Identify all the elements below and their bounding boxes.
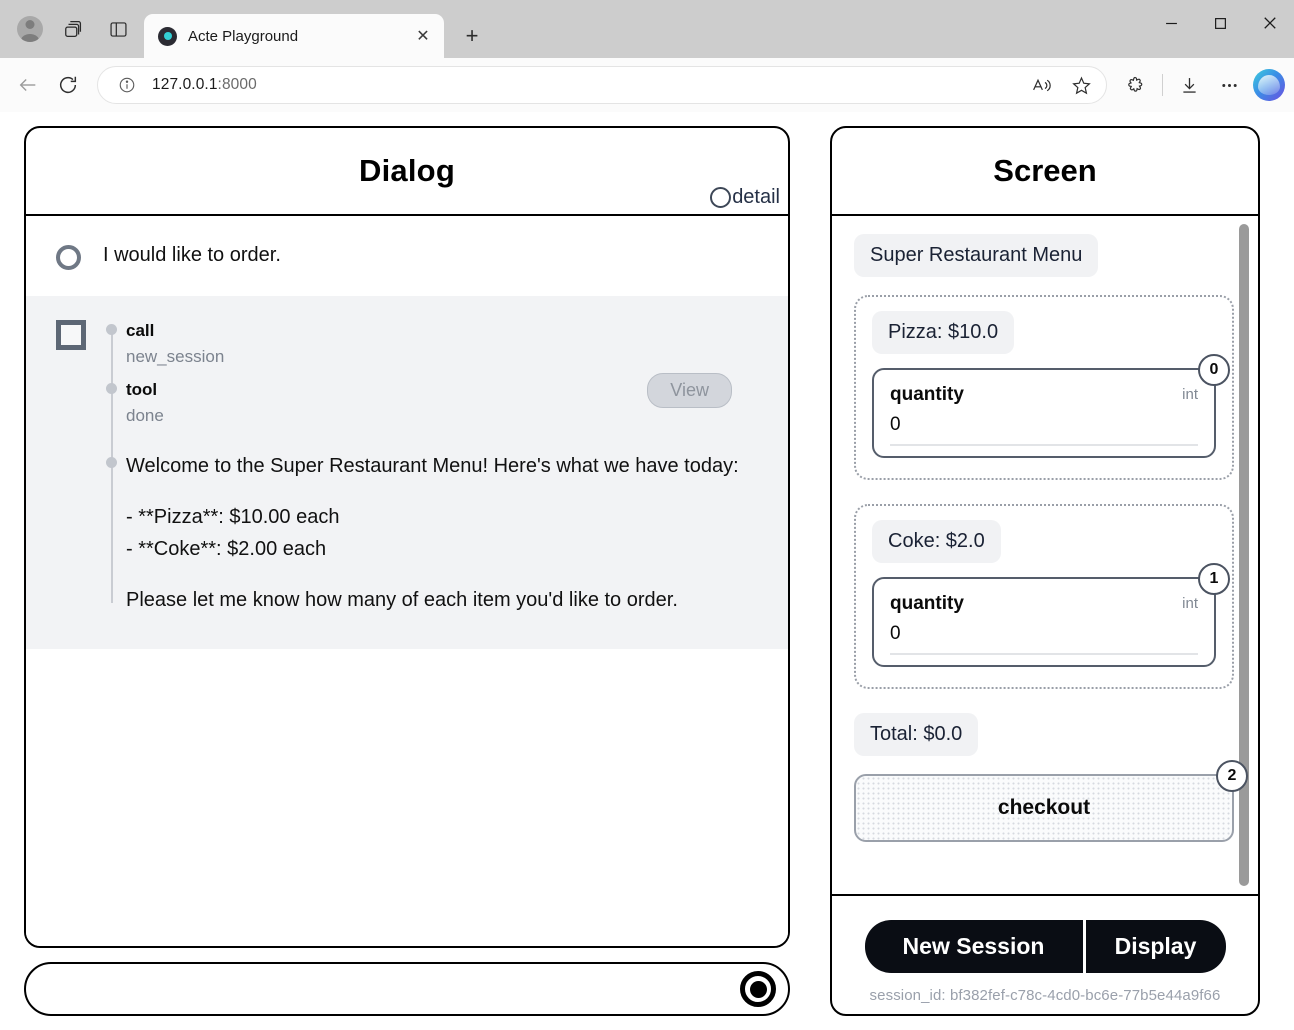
footer-button-group: New Session Display	[865, 920, 1226, 973]
reload-icon[interactable]	[49, 66, 87, 104]
window-close-icon[interactable]	[1245, 0, 1294, 46]
trace-row-tool: tool done View	[126, 377, 768, 436]
trace-row-content: Welcome to the Super Restaurant Menu! He…	[126, 451, 768, 615]
url-host: 127.0.0.1	[152, 76, 218, 93]
trace-key: tool	[126, 377, 164, 403]
close-icon[interactable]: ✕	[410, 23, 436, 49]
url-port: :8000	[218, 76, 257, 93]
profile-avatar-icon[interactable]	[10, 9, 50, 49]
read-aloud-icon[interactable]	[1022, 66, 1060, 104]
maximize-icon[interactable]	[1196, 0, 1245, 46]
dialog-column: Dialog detail I would like to order.	[24, 126, 790, 1016]
element-index-badge: 2	[1216, 760, 1248, 792]
item-card-coke: Coke: $2.0 1 int quantity 0	[854, 504, 1234, 689]
new-tab-button[interactable]: +	[454, 18, 490, 54]
browser-window: Acte Playground ✕ +	[0, 0, 1294, 1030]
dialog-panel: Dialog detail I would like to order.	[24, 126, 790, 948]
assistant-message-body: Welcome to the Super Restaurant Menu! He…	[126, 451, 768, 615]
trace-row-call: call new_session	[126, 318, 768, 371]
address-bar-actions	[1022, 66, 1100, 104]
workspaces-icon[interactable]	[54, 9, 94, 49]
screen-title: Screen	[993, 153, 1096, 189]
trace-value: done	[126, 403, 164, 429]
quantity-field-coke[interactable]: 1 int quantity 0	[872, 577, 1216, 667]
tab-title: Acte Playground	[188, 28, 399, 45]
page-content: Dialog detail I would like to order.	[0, 112, 1294, 1030]
extensions-icon[interactable]	[1117, 66, 1155, 104]
url-text: 127.0.0.1:8000	[152, 76, 1022, 94]
assistant-paragraph: - **Pizza**: $10.00 each	[126, 502, 768, 532]
total-label: Total: $0.0	[854, 713, 978, 756]
toolbar-divider	[1162, 74, 1163, 96]
field-label: quantity	[890, 384, 1198, 406]
trace-dot-icon	[106, 324, 117, 335]
browser-toolbar: 127.0.0.1:8000	[0, 58, 1294, 112]
new-session-button[interactable]: New Session	[865, 920, 1083, 973]
address-bar[interactable]: 127.0.0.1:8000	[97, 66, 1107, 104]
detail-toggle-label: detail	[732, 186, 780, 209]
favorite-star-icon[interactable]	[1062, 66, 1100, 104]
item-card-pizza: Pizza: $10.0 0 int quantity 0	[854, 295, 1234, 480]
minimize-icon[interactable]	[1147, 0, 1196, 46]
assistant-paragraph: Welcome to the Super Restaurant Menu! He…	[126, 451, 768, 481]
field-value[interactable]: 0	[890, 623, 1198, 655]
screen-scroll-area[interactable]: Super Restaurant Menu Pizza: $10.0 0 int…	[832, 216, 1258, 896]
session-id-label: session_id: bf382fef-c78c-4cd0-bc6e-77b5…	[870, 987, 1221, 1004]
quantity-field-pizza[interactable]: 0 int quantity 0	[872, 368, 1216, 458]
detail-toggle[interactable]: detail	[710, 186, 780, 209]
browser-tab[interactable]: Acte Playground ✕	[144, 14, 444, 58]
info-icon[interactable]	[114, 72, 140, 98]
message-input[interactable]	[52, 979, 740, 1000]
field-label: quantity	[890, 593, 1198, 615]
trace-dot-icon	[106, 383, 117, 394]
trace-value: new_session	[126, 344, 768, 370]
message-assistant: call new_session tool done	[26, 296, 788, 649]
user-bullet-icon	[56, 245, 81, 270]
field-type-label: int	[1182, 595, 1198, 612]
split-screen-icon[interactable]	[98, 9, 138, 49]
downloads-icon[interactable]	[1170, 66, 1208, 104]
element-index-badge: 1	[1198, 563, 1230, 595]
trace-key: call	[126, 318, 768, 344]
view-button[interactable]: View	[647, 373, 732, 408]
assistant-paragraph: Please let me know how many of each item…	[126, 585, 768, 615]
display-button[interactable]: Display	[1086, 920, 1226, 973]
menu-title: Super Restaurant Menu	[854, 234, 1098, 277]
record-icon[interactable]	[740, 971, 776, 1007]
detail-radio-icon[interactable]	[710, 187, 731, 208]
checkout-button[interactable]: checkout	[854, 774, 1234, 842]
composer[interactable]	[24, 962, 790, 1016]
screen-panel: Screen Super Restaurant Menu Pizza: $10.…	[830, 126, 1260, 1016]
message-user-text: I would like to order.	[103, 242, 281, 269]
window-controls	[1147, 0, 1294, 46]
page-title: Dialog	[359, 153, 455, 189]
item-name: Coke: $2.0	[872, 520, 1001, 563]
item-name: Pizza: $10.0	[872, 311, 1014, 354]
dialog-header: Dialog detail	[26, 128, 788, 216]
screen-footer: New Session Display session_id: bf382fef…	[832, 896, 1258, 1014]
element-index-badge: 0	[1198, 354, 1230, 386]
dialog-message-list: I would like to order. call new_session	[26, 216, 788, 946]
titlebar-left-icons	[0, 0, 138, 58]
assistant-trace: call new_session tool done	[106, 318, 768, 615]
field-type-label: int	[1182, 386, 1198, 403]
checkout-wrapper: 2 checkout	[854, 774, 1234, 842]
message-user: I would like to order.	[26, 216, 788, 296]
acte-logo-icon	[158, 27, 177, 46]
settings-more-icon[interactable]	[1210, 66, 1248, 104]
field-value[interactable]: 0	[890, 414, 1198, 446]
trace-dot-icon	[106, 457, 117, 468]
back-arrow-icon[interactable]	[9, 66, 47, 104]
assistant-paragraph: - **Coke**: $2.00 each	[126, 534, 768, 564]
screen-header: Screen	[832, 128, 1258, 216]
copilot-icon[interactable]	[1253, 69, 1285, 101]
assistant-square-icon	[56, 320, 86, 350]
browser-titlebar: Acte Playground ✕ +	[0, 0, 1294, 58]
